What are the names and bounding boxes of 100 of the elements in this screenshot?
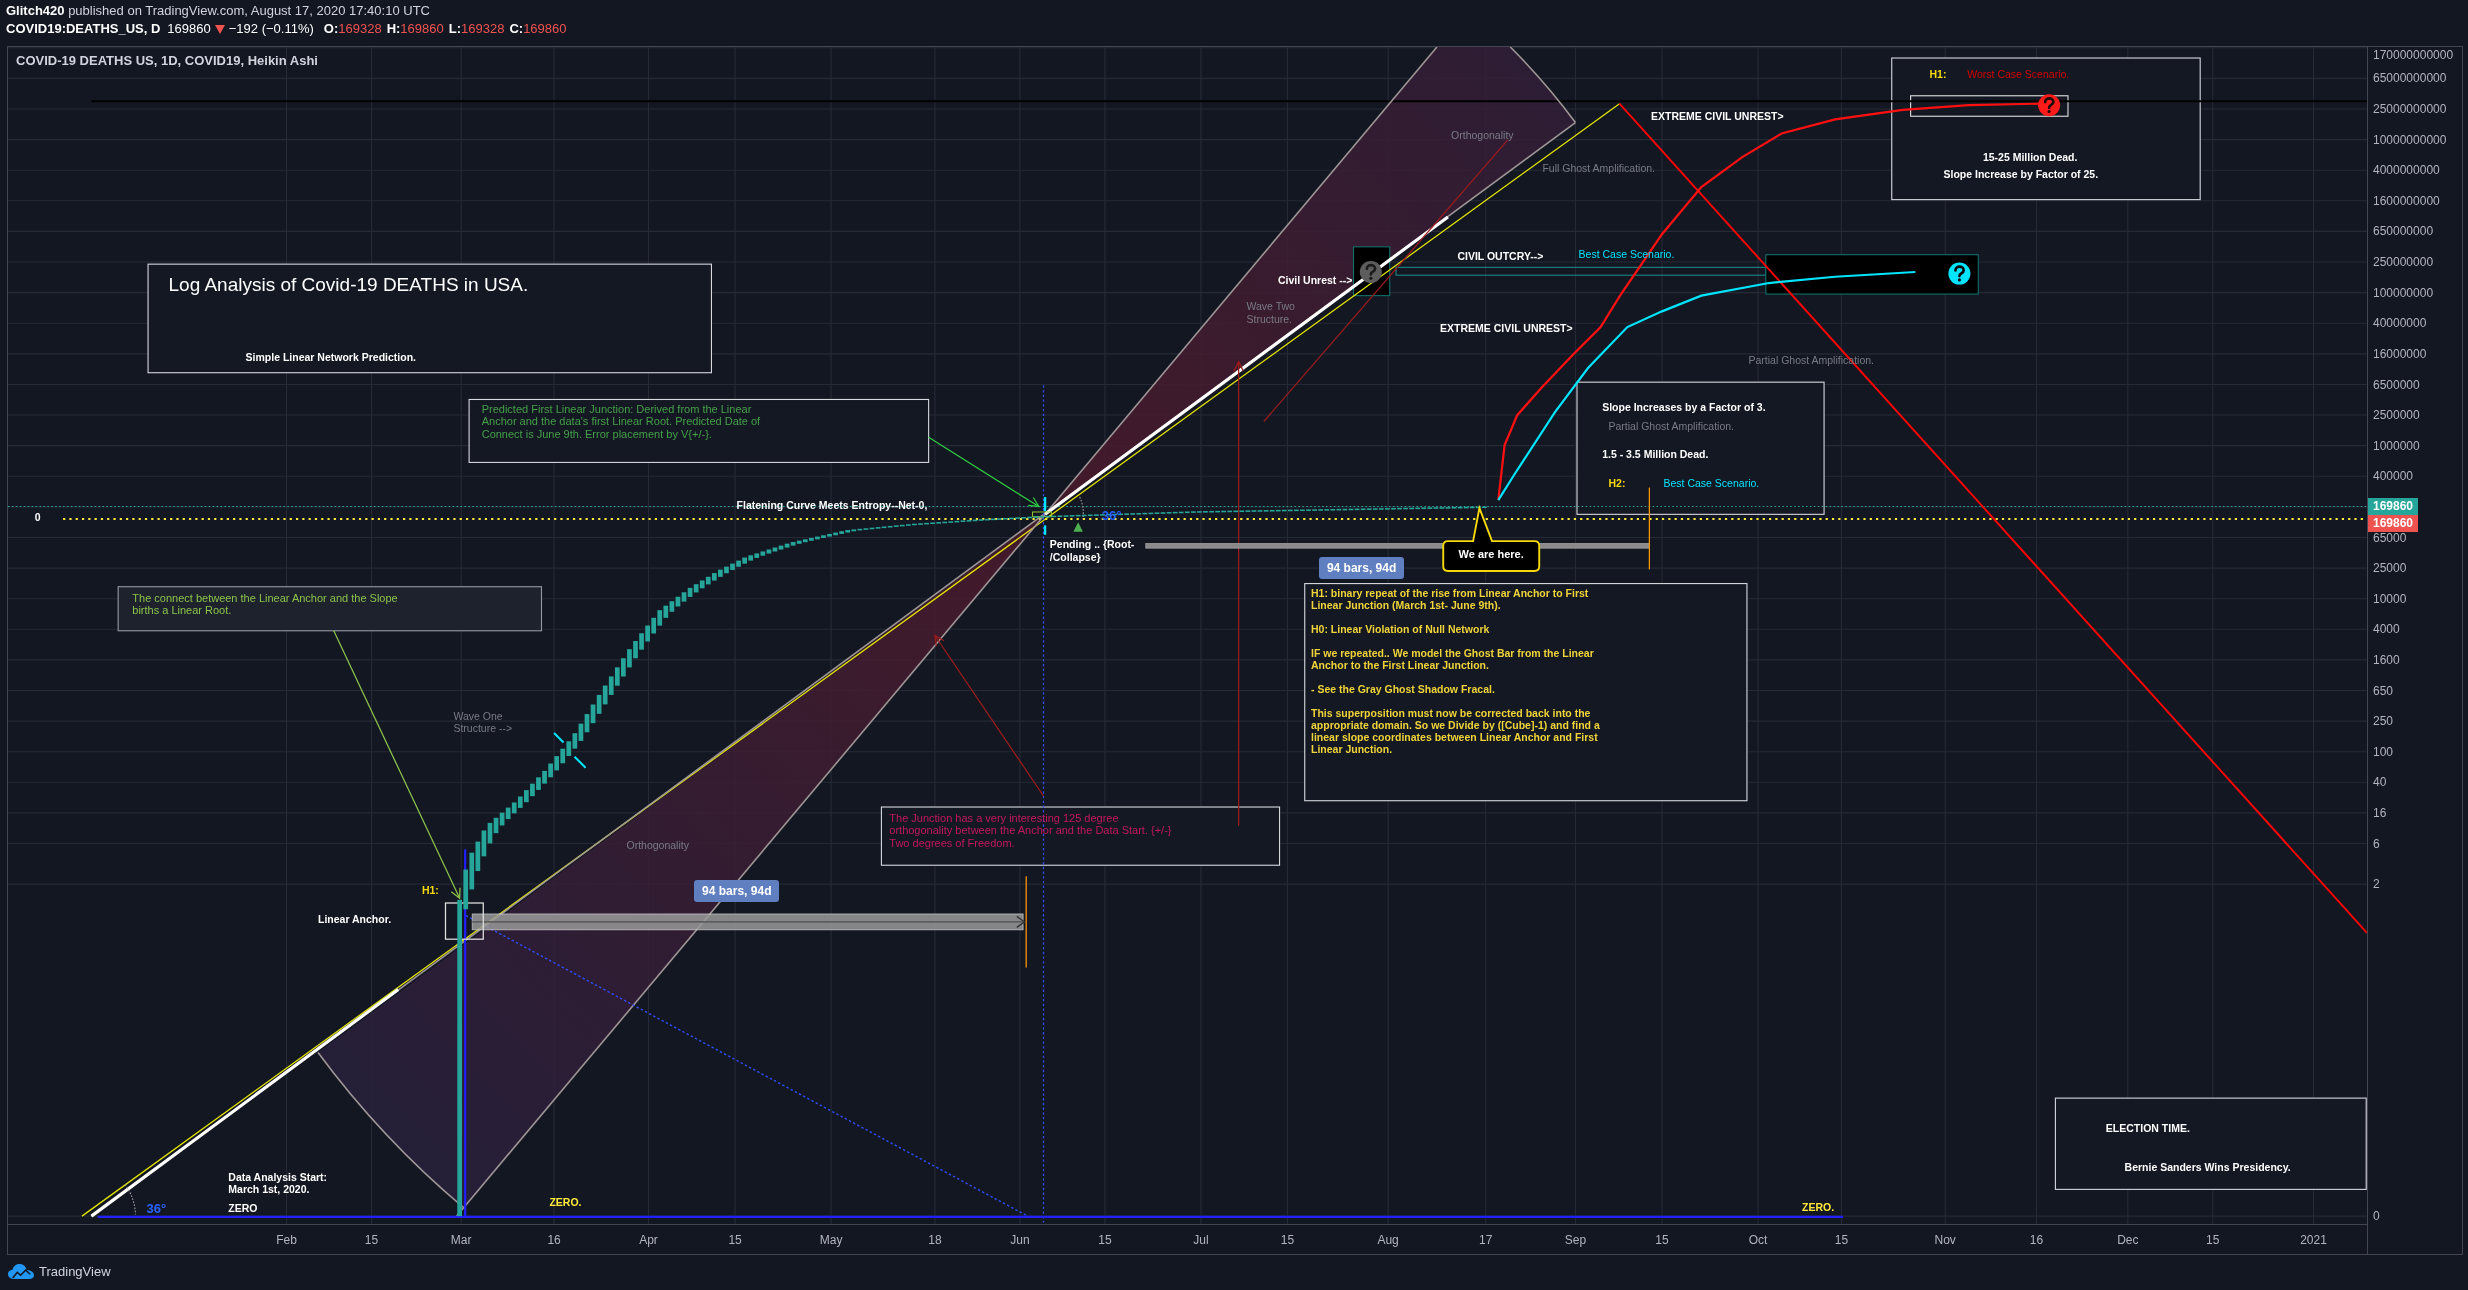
date-label: 15	[1098, 1232, 1112, 1248]
annotation-text: 0	[34, 511, 41, 524]
date-label: Apr	[639, 1232, 658, 1248]
note-text: Predicted First Linear Junction: Derived from the Linear Anchor and the data's first Linear Root. Predicted Date of Connect is June 9th. Error placement by V{+/-}.	[481, 402, 761, 441]
hypothesis-text: - See the Gray Ghost Shadow Fracal.	[1311, 682, 1496, 695]
price-label: 2	[2373, 876, 2380, 893]
price-change: −192 (−0.11%)	[228, 20, 314, 38]
date-label: Aug	[1377, 1232, 1399, 1248]
date-label: 18	[928, 1232, 942, 1248]
price-label: 250	[2373, 713, 2394, 730]
help-icon	[1948, 262, 1971, 285]
measurement-label: 94 bars, 94d	[1318, 556, 1405, 579]
date-label: Dec	[2117, 1232, 2139, 1248]
date-label: Nov	[1934, 1232, 1956, 1248]
price-label: 1600	[2373, 652, 2400, 668]
price-label: 10000	[2373, 590, 2407, 607]
ohlc-label: L:	[448, 20, 461, 38]
price-label: 170000000000	[2373, 47, 2454, 63]
annotation-text: H1:	[421, 884, 439, 897]
price-label: 25000	[2373, 560, 2407, 577]
price-label: 65000	[2373, 529, 2407, 546]
annotation-text: ZERO.	[549, 1195, 582, 1209]
symbol-name: COVID19:DEATHS_US, D	[6, 20, 161, 38]
price-label: 25000000000	[2373, 101, 2447, 117]
annotation-text: Wave Two Structure.	[1246, 300, 1295, 326]
date-label: 15	[2206, 1232, 2220, 1248]
date-label: May	[819, 1232, 843, 1248]
price-label: 0	[2373, 1208, 2380, 1225]
price-label: 40000000	[2373, 315, 2427, 332]
date-label: 15	[1834, 1232, 1849, 1248]
price-label: 16	[2373, 805, 2387, 821]
hypothesis-text: H0: Linear Violation of Null Network	[1311, 622, 1491, 635]
price-label: 40	[2373, 774, 2387, 791]
price-label: 1000000	[2373, 437, 2420, 454]
price-label: 100000000	[2373, 284, 2434, 301]
cloud-icon	[8, 1263, 34, 1280]
hypothesis-text: IF we repeated.. We model the Ghost Bar from the Linear Anchor to the First Linear Junction.	[1311, 646, 1595, 671]
date-label: 2021	[2300, 1232, 2327, 1248]
price-label: 6	[2373, 835, 2380, 852]
price-label: 4000	[2373, 621, 2400, 638]
annotation-text: ZERO.	[1802, 1200, 1835, 1213]
help-icon	[2038, 94, 2061, 117]
ohlc-label: O:	[323, 20, 339, 38]
slope-heading: Slope Increases by a Factor of 3.	[1602, 401, 1766, 415]
date-label: Jun	[1010, 1232, 1030, 1248]
annotation-text: Flatening Curve Meets Entropy--Net-0,	[736, 498, 928, 512]
hypothesis-text: This superposition must now be corrected back into the appropriate domain. So we Divide by ([Cube]-1) and find a linear slope coordinates between Linear Anchor and First Linear Junction.	[1311, 706, 1600, 755]
price-label: 650	[2373, 682, 2394, 699]
date-label: Jul	[1193, 1232, 1209, 1248]
death-estimate: 1.5 - 3.5 Million Dead.	[1602, 448, 1709, 462]
callout-text: We are here.	[1458, 548, 1524, 562]
ohlc-value: 169328	[338, 20, 382, 38]
brand-name: TradingView	[39, 1264, 111, 1279]
angle-marker	[1079, 496, 1084, 520]
chart-title: Log Analysis of Covid-19 DEATHS in USA.	[168, 273, 529, 296]
price-label: 65000000000	[2373, 70, 2447, 87]
chart-legend: COVID-19 DEATHS US, 1D, COVID19, Heikin Ashi	[16, 53, 318, 68]
triangle-icon	[1073, 522, 1083, 532]
help-icon	[1359, 261, 1382, 284]
annotation-text: Full Ghost Amplification.	[1542, 161, 1656, 175]
annotation-text: EXTREME CIVIL UNREST>	[1651, 109, 1784, 123]
price-label: 250000000	[2373, 254, 2434, 270]
slope-note: Slope Increase by Factor of 25.	[1943, 168, 2099, 182]
annotation-text: ZERO	[228, 1202, 258, 1215]
chart-subtitle: Simple Linear Network Prediction.	[245, 350, 416, 364]
junction-marker	[1032, 511, 1052, 518]
annotation-text: Orthogonality	[1451, 128, 1514, 142]
note-text: The Junction has a very interesting 125 degree orthogonality between the Anchor and the Data Start. {+/-} Two degrees of Freedom.	[889, 811, 1172, 850]
annotation-text: EXTREME CIVIL UNREST>	[1440, 322, 1573, 335]
price-label: 16000000	[2373, 345, 2427, 362]
note-text: The connect between the Linear Anchor and the Slope births a Linear Root.	[132, 591, 398, 617]
date-label: 17	[1479, 1232, 1493, 1248]
date-label: Feb	[276, 1232, 297, 1248]
election-note: Bernie Sanders Wins Presidency.	[2124, 1161, 2291, 1175]
ohlc-value: 169860	[400, 20, 444, 38]
last-price: 169860	[167, 20, 211, 38]
angle-marker	[124, 1183, 136, 1216]
annotation-text: Linear Anchor.	[318, 912, 392, 925]
date-label: 16	[2029, 1232, 2044, 1248]
scenario-label: Worst Case Scenario.	[1967, 67, 2070, 81]
price-label: 2500000	[2373, 407, 2420, 424]
price-label: 1600000000	[2373, 192, 2440, 209]
ghost-note: Partial Ghost Amplification.	[1608, 420, 1734, 433]
price-label: 650000000	[2373, 223, 2434, 240]
ohlc-value: 169328	[461, 20, 505, 38]
death-estimate: 15-25 Million Dead.	[1982, 150, 2078, 164]
date-label: 15	[1280, 1232, 1295, 1248]
election-title: ELECTION TIME.	[2105, 1121, 2190, 1135]
ohlc-label: C:	[509, 20, 524, 38]
tick-marker	[1043, 497, 1047, 535]
date-label: Oct	[1748, 1232, 1768, 1248]
date-label: 15	[728, 1232, 742, 1248]
annotation-text: Orthogonality	[626, 838, 689, 852]
price-badge: 169860	[2368, 497, 2419, 515]
hypothesis-tag: H1:	[1929, 67, 1947, 81]
annotation-text: 36°	[146, 1200, 167, 1216]
price-label: 400000	[2373, 468, 2414, 485]
price-label: 100	[2373, 743, 2394, 760]
hypothesis-tag: H2:	[1608, 476, 1626, 490]
price-label: 6500000	[2373, 376, 2420, 393]
